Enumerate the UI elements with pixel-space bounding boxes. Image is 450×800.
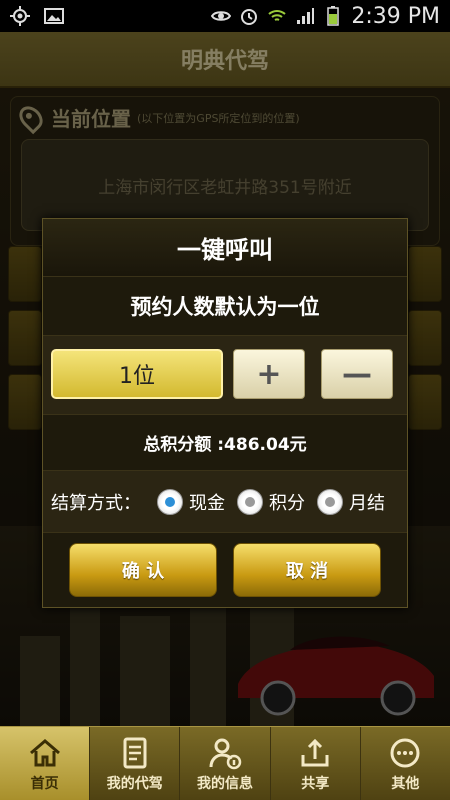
- wifi-icon: [268, 10, 287, 21]
- payment-option-label: 月结: [349, 492, 385, 514]
- share-icon: [301, 738, 329, 766]
- status-time: 2:39 PM: [351, 3, 440, 29]
- dialog-subtitle: 预约人数默认为一位: [43, 277, 407, 335]
- tab-share[interactable]: 共享: [271, 727, 361, 800]
- tab-label: 我的代驾: [106, 775, 163, 792]
- payment-option-monthly[interactable]: 月结: [317, 488, 385, 515]
- radio-selected-icon[interactable]: [157, 488, 183, 515]
- confirm-button[interactable]: 确 认: [69, 543, 217, 597]
- radio-unselected-icon[interactable]: [237, 488, 263, 515]
- user-info-icon: [209, 738, 242, 769]
- tab-label: 首页: [30, 775, 59, 792]
- image-icon: [44, 8, 64, 24]
- total-points: 总积分额 :486.04元: [43, 415, 407, 471]
- gps-icon: [10, 6, 30, 26]
- tab-label: 我的信息: [197, 775, 253, 792]
- alarm-icon: [241, 9, 258, 25]
- tab-home[interactable]: 首页: [0, 727, 91, 800]
- payment-option-label: 现金: [189, 492, 225, 514]
- tab-my-info[interactable]: 我的信息: [180, 727, 271, 800]
- payment-method-row: 结算方式： 现金 积分 月结: [43, 471, 407, 533]
- radio-unselected-icon[interactable]: [317, 488, 343, 515]
- quick-call-dialog: 一键呼叫 预约人数默认为一位 1位 + — 总积分额 :486.04元 结算方式…: [42, 218, 408, 608]
- battery-icon: [327, 6, 340, 26]
- dialog-title: 一键呼叫: [43, 219, 407, 277]
- payment-option-cash[interactable]: 现金: [157, 488, 225, 515]
- tab-other[interactable]: 其他: [361, 727, 450, 800]
- document-icon: [123, 737, 147, 768]
- tab-label: 其他: [391, 775, 420, 792]
- payment-option-label: 积分: [269, 492, 305, 514]
- people-count-field[interactable]: 1位: [51, 349, 223, 399]
- people-count-row: 1位 + —: [43, 335, 407, 415]
- more-icon: [390, 738, 420, 767]
- decrement-button[interactable]: —: [321, 349, 393, 399]
- status-bar: 2:39 PM: [0, 0, 450, 32]
- payment-option-points[interactable]: 积分: [237, 488, 305, 515]
- payment-label: 结算方式：: [51, 492, 141, 514]
- tab-my-driving[interactable]: 我的代驾: [90, 727, 181, 800]
- tab-label: 共享: [301, 775, 330, 792]
- home-icon: [29, 738, 60, 766]
- dialog-actions: 确 认 取 消: [43, 533, 407, 607]
- signal-icon: [297, 8, 315, 24]
- bottom-tab-bar: 首页 我的代驾 我的信息 共享 其他: [0, 726, 450, 800]
- increment-button[interactable]: +: [233, 349, 305, 399]
- cancel-button[interactable]: 取 消: [233, 543, 381, 597]
- eye-icon: [211, 11, 232, 21]
